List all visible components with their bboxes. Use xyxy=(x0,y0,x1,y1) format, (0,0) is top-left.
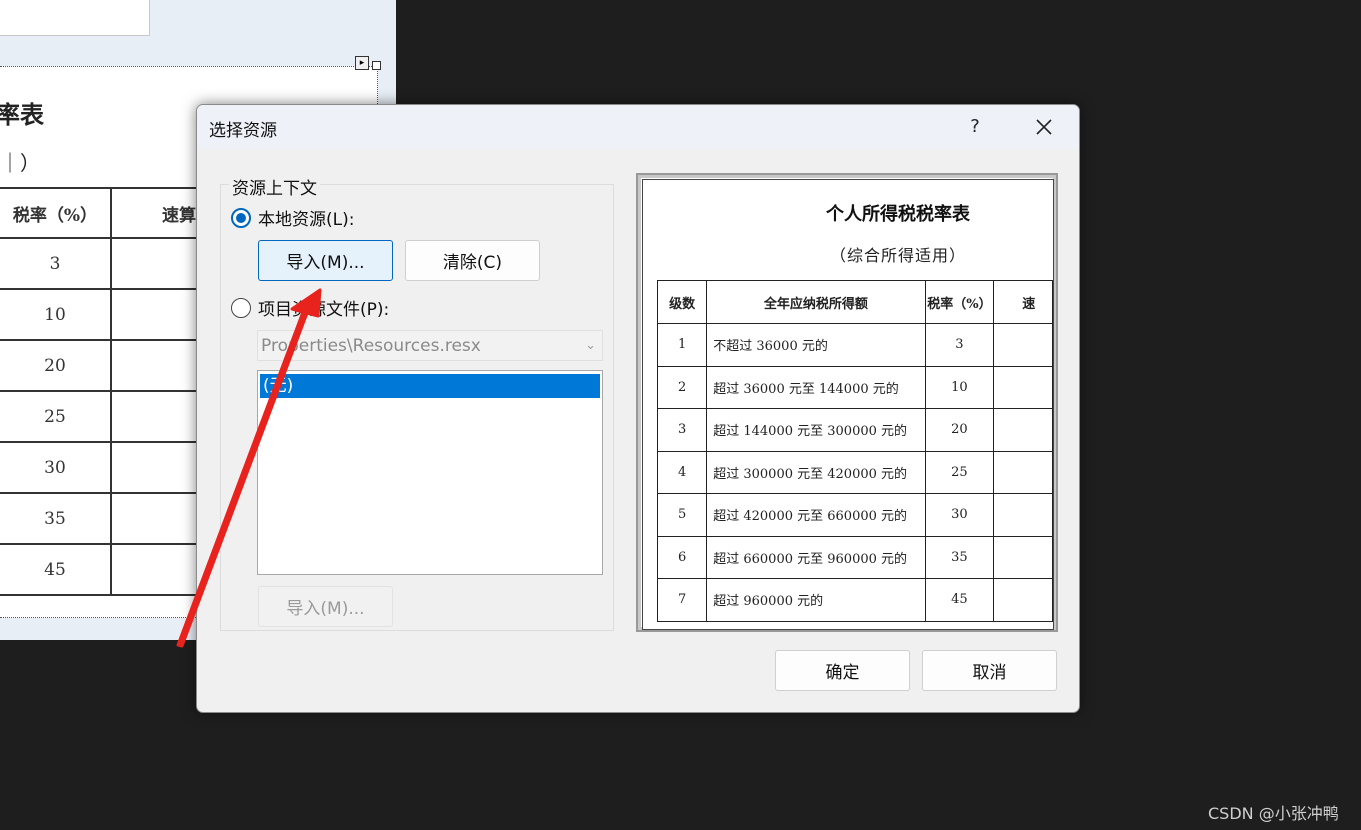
preview-cell: 超过 300000 元至 420000 元的 xyxy=(706,450,926,494)
project-file-select[interactable]: Properties\Resources.resx ⌄ xyxy=(257,330,603,361)
local-resource-label: 本地资源(L): xyxy=(258,210,355,230)
preview-cell: 30 xyxy=(924,493,995,537)
background-rate-cell: 10 xyxy=(0,288,112,341)
preview-header: 级数 xyxy=(656,280,708,324)
preview-cell: 3 xyxy=(656,408,708,452)
preview-cell: 45 xyxy=(924,578,995,622)
resize-handle[interactable] xyxy=(372,61,381,70)
preview-cell: 超过 36000 元至 144000 元的 xyxy=(706,365,926,409)
preview-header: 全年应纳税所得额 xyxy=(706,280,926,324)
cancel-button[interactable]: 取消 xyxy=(922,650,1057,691)
background-rate-cell: 3 xyxy=(0,237,112,290)
close-icon xyxy=(1036,119,1052,135)
preview-title: 个人所得税税率表 xyxy=(826,204,970,225)
resource-listbox[interactable]: (无) xyxy=(257,370,603,575)
background-rate-cell: 20 xyxy=(0,339,112,392)
preview-table: 级数 全年应纳税所得额 税率（%） 速 1 不超过 36000 元的 3 2 超过 3… xyxy=(656,280,1053,622)
project-resource-label: 项目资源文件(P): xyxy=(258,300,390,320)
table-row: 4 超过 300000 元至 420000 元的 25 xyxy=(656,450,1053,494)
image-preview: 个人所得税税率表 （综合所得适用） 级数 全年应纳税所得额 税率（%） 速 1不… xyxy=(636,173,1058,632)
preview-cell: 3 xyxy=(924,323,995,367)
smart-tag-arrow-icon[interactable]: ▸ xyxy=(355,56,369,70)
preview-cell: 20 xyxy=(924,408,995,452)
designer-control-box[interactable] xyxy=(0,0,150,36)
watermark: CSDN @小张冲鸭 xyxy=(1208,804,1339,823)
background-header-rate: 税率（%） xyxy=(0,187,112,239)
preview-header: 速 xyxy=(993,280,1053,324)
list-item[interactable]: (无) xyxy=(260,374,600,398)
preview-cell: 4 xyxy=(656,450,708,494)
preview-cell: 2 xyxy=(656,365,708,409)
preview-cell: 35 xyxy=(924,535,995,579)
table-row: 5 超过 420000 元至 660000 元的 30 xyxy=(656,493,1053,537)
table-row: 2 超过 36000 元至 144000 元的 10 xyxy=(656,365,1053,409)
clear-button[interactable]: 清除(C) xyxy=(405,240,540,281)
chevron-down-icon: ⌄ xyxy=(585,338,596,353)
select-resource-dialog: 选择资源 ? 资源上下文 本地资源(L): 导入(M)... 清除(C) 项目资… xyxy=(196,104,1080,713)
close-button[interactable] xyxy=(1029,113,1059,141)
ok-button[interactable]: 确定 xyxy=(775,650,910,691)
dialog-title: 选择资源 xyxy=(209,121,277,141)
preview-cell: 7 xyxy=(656,578,708,622)
preview-cell: 超过 660000 元至 960000 元的 xyxy=(706,535,926,579)
table-row: 1 不超过 36000 元的 3 xyxy=(656,323,1053,367)
radio-checked-icon[interactable] xyxy=(231,207,251,228)
preview-cell: 5 xyxy=(656,493,708,537)
preview-cell: 超过 420000 元至 660000 元的 xyxy=(706,493,926,537)
import-button[interactable]: 导入(M)... xyxy=(258,240,393,281)
dialog-titlebar: 选择资源 ? xyxy=(197,105,1079,149)
preview-cell: 1 xyxy=(656,323,708,367)
preview-image: 个人所得税税率表 （综合所得适用） 级数 全年应纳税所得额 税率（%） 速 1不… xyxy=(642,179,1054,630)
table-row: 6 超过 660000 元至 960000 元的 35 xyxy=(656,535,1053,579)
background-rate-cell: 30 xyxy=(0,441,112,494)
preview-subtitle: （综合所得适用） xyxy=(829,246,966,265)
import-button-disabled: 导入(M)... xyxy=(258,586,393,627)
preview-cell: 25 xyxy=(924,450,995,494)
group-label: 资源上下文 xyxy=(229,174,320,199)
preview-cell: 超过 144000 元至 300000 元的 xyxy=(706,408,926,452)
background-doc-title: 率表 xyxy=(0,100,44,129)
radio-unchecked-icon[interactable] xyxy=(231,297,251,318)
background-rate-cell: 25 xyxy=(0,390,112,443)
background-rate-cell: 45 xyxy=(0,543,112,596)
preview-cell: 超过 960000 元的 xyxy=(706,578,926,622)
table-row: 3 超过 144000 元至 300000 元的 20 xyxy=(656,408,1053,452)
project-resource-radio[interactable]: 项目资源文件(P): xyxy=(231,295,389,320)
local-resource-radio[interactable]: 本地资源(L): xyxy=(231,205,354,230)
preview-cell: 6 xyxy=(656,535,708,579)
background-rate-cell: 35 xyxy=(0,492,112,545)
background-doc-subtitle: ｜） xyxy=(0,151,40,175)
table-row: 7 超过 960000 元的 45 xyxy=(656,578,1053,622)
preview-cell: 不超过 36000 元的 xyxy=(706,323,926,367)
preview-cell: 10 xyxy=(924,365,995,409)
preview-header: 税率（%） xyxy=(924,280,995,324)
project-file-value: Properties\Resources.resx xyxy=(261,336,481,356)
help-button[interactable]: ? xyxy=(961,113,989,141)
